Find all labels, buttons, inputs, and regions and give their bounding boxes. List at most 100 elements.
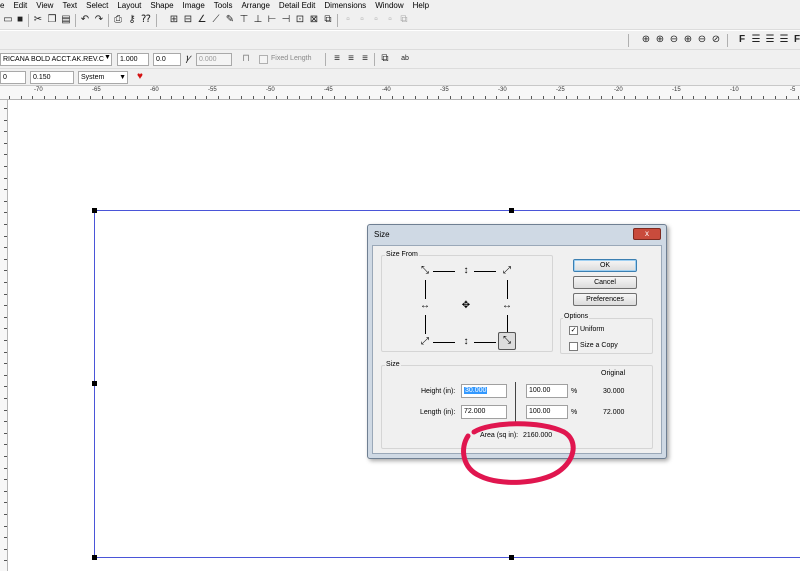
zoom-previous-icon[interactable]: ⊘ <box>710 34 722 46</box>
ruler-tick <box>670 96 671 99</box>
align-left-icon[interactable]: ≡ <box>331 53 343 65</box>
undo-icon[interactable]: ↶ <box>79 14 91 26</box>
height-input[interactable]: 30.000 <box>461 384 507 398</box>
ruler-tick <box>4 526 7 527</box>
paste-icon[interactable]: ▤ <box>60 14 72 26</box>
node-edit-icon[interactable]: ⊥ <box>252 14 264 26</box>
fill-icon[interactable]: F <box>736 34 748 46</box>
menu-window[interactable]: Window <box>375 0 403 11</box>
anchor-top-left-icon[interactable]: ⤡ <box>419 265 431 277</box>
text-size-input[interactable]: 1.000 <box>117 53 149 66</box>
ruler-tick <box>4 514 7 515</box>
menu-layout[interactable]: Layout <box>117 0 141 11</box>
cut-icon[interactable]: ✂ <box>32 14 44 26</box>
menu-image[interactable]: Image <box>183 0 205 11</box>
text-frame-icon[interactable]: ⧉ <box>379 53 391 65</box>
zoom-all-icon[interactable]: ⊕ <box>682 34 694 46</box>
frame-icon[interactable]: ⊞ <box>168 14 180 26</box>
zoom-in-icon[interactable]: ⊕ <box>640 34 652 46</box>
copy-icon[interactable]: ❐ <box>46 14 58 26</box>
ruler-tick <box>4 386 7 387</box>
kerning-icon[interactable]: ab <box>399 53 411 65</box>
cancel-button[interactable]: Cancel <box>573 276 637 289</box>
heart-icon[interactable]: ♥ <box>134 71 146 83</box>
chevron-down-icon[interactable]: ▼ <box>104 54 111 61</box>
align-center-icon[interactable]: ≡ <box>345 53 357 65</box>
anchor-bottom-right-selected[interactable]: ⤡ <box>498 332 516 350</box>
line-icon[interactable]: ⟋ <box>210 14 222 26</box>
separator <box>337 14 338 27</box>
resize-handle-left[interactable] <box>92 381 97 386</box>
distribute-icon[interactable]: ⊣ <box>280 14 292 26</box>
resize-handle-top-left[interactable] <box>92 208 97 213</box>
node-icon[interactable]: ⊤ <box>238 14 250 26</box>
ruler-tick <box>4 154 7 155</box>
resize-handle-bottom[interactable] <box>509 555 514 560</box>
weld-icon[interactable]: ⊡ <box>294 14 306 26</box>
ruler-label: -30 <box>498 87 507 93</box>
open-icon[interactable]: ▭ <box>2 14 14 26</box>
height-percent-input[interactable]: 100.00 <box>526 384 568 398</box>
length-percent-input[interactable]: 100.00 <box>526 405 568 419</box>
ruler-tick <box>44 96 45 99</box>
ruler-tick <box>4 236 7 237</box>
key-icon[interactable]: ⚷ <box>126 14 138 26</box>
menu-view[interactable]: View <box>36 0 53 11</box>
resize-handle-bottom-left[interactable] <box>92 555 97 560</box>
ruler-tick <box>4 201 7 202</box>
resize-handle-top[interactable] <box>509 208 514 213</box>
angle-icon[interactable]: ∠ <box>196 14 208 26</box>
fill-alt-icon[interactable]: F <box>791 34 800 46</box>
group-icon[interactable]: ⧉ <box>322 14 334 26</box>
anchor-left-icon[interactable]: ↔ <box>419 300 431 312</box>
unit-system-select[interactable]: System ▼ <box>78 71 128 84</box>
ruler-tick <box>241 96 242 99</box>
lines-alt-icon[interactable]: ☰ <box>778 34 790 46</box>
zoom-selection-icon[interactable]: ⊖ <box>696 34 708 46</box>
menu-edit[interactable]: Edit <box>13 0 27 11</box>
redo-icon[interactable]: ↷ <box>93 14 105 26</box>
zoom-window-icon[interactable]: ⊕ <box>654 34 666 46</box>
font-select[interactable]: RICANA BOLD ACCT.AK.REV.C <box>0 53 112 66</box>
grid-icon[interactable]: ⊟ <box>182 14 194 26</box>
unit-system-value: System <box>81 74 105 81</box>
anchor-bottom-left-icon[interactable]: ⤢ <box>419 336 431 348</box>
preferences-button[interactable]: Preferences <box>573 293 637 306</box>
ruler-tick <box>461 96 462 99</box>
menu-file[interactable]: e <box>0 0 4 11</box>
ok-button[interactable]: OK <box>573 259 637 272</box>
lines-icon[interactable]: ☰ <box>750 34 762 46</box>
menu-shape[interactable]: Shape <box>150 0 173 11</box>
menu-select[interactable]: Select <box>86 0 108 11</box>
save-icon[interactable]: ■ <box>14 14 26 26</box>
lines-alt-icon[interactable]: ☰ <box>764 34 776 46</box>
menu-dimensions[interactable]: Dimensions <box>324 0 366 11</box>
anchor-bottom-icon[interactable]: ↕ <box>460 336 472 348</box>
help-pointer-icon[interactable]: ⁇ <box>140 14 152 26</box>
align-icon[interactable]: ⊢ <box>266 14 278 26</box>
menu-tools[interactable]: Tools <box>214 0 233 11</box>
anchor-right-icon[interactable]: ↔ <box>501 300 513 312</box>
menu-help[interactable]: Help <box>413 0 429 11</box>
anchor-center-icon[interactable]: ✥ <box>460 300 472 312</box>
cut-path-icon[interactable]: ⊠ <box>308 14 320 26</box>
close-button[interactable]: x <box>633 228 661 240</box>
line-weight-input[interactable]: 0.150 <box>30 71 74 84</box>
italic-icon[interactable]: 𝛾 <box>182 53 194 65</box>
spacing-input[interactable]: 0.0 <box>153 53 181 66</box>
anchor-top-right-icon[interactable]: ⤢ <box>501 265 513 277</box>
line-value-input[interactable]: 0 <box>0 71 26 84</box>
size-copy-checkbox[interactable] <box>569 342 578 351</box>
anchor-top-icon[interactable]: ↕ <box>460 265 472 277</box>
menu-arrange[interactable]: Arrange <box>241 0 269 11</box>
menu-text[interactable]: Text <box>62 0 77 11</box>
print-icon[interactable]: ⎙ <box>112 14 124 26</box>
menu-detail-edit[interactable]: Detail Edit <box>279 0 315 11</box>
uniform-checkbox[interactable]: ✓ <box>569 326 578 335</box>
align-right-icon[interactable]: ≡ <box>359 53 371 65</box>
length-input[interactable]: 72.000 <box>461 405 507 419</box>
ruler-tick <box>4 410 7 411</box>
pen-icon[interactable]: ✎ <box>224 14 236 26</box>
zoom-out-icon[interactable]: ⊖ <box>668 34 680 46</box>
ruler-label: -60 <box>150 87 159 93</box>
